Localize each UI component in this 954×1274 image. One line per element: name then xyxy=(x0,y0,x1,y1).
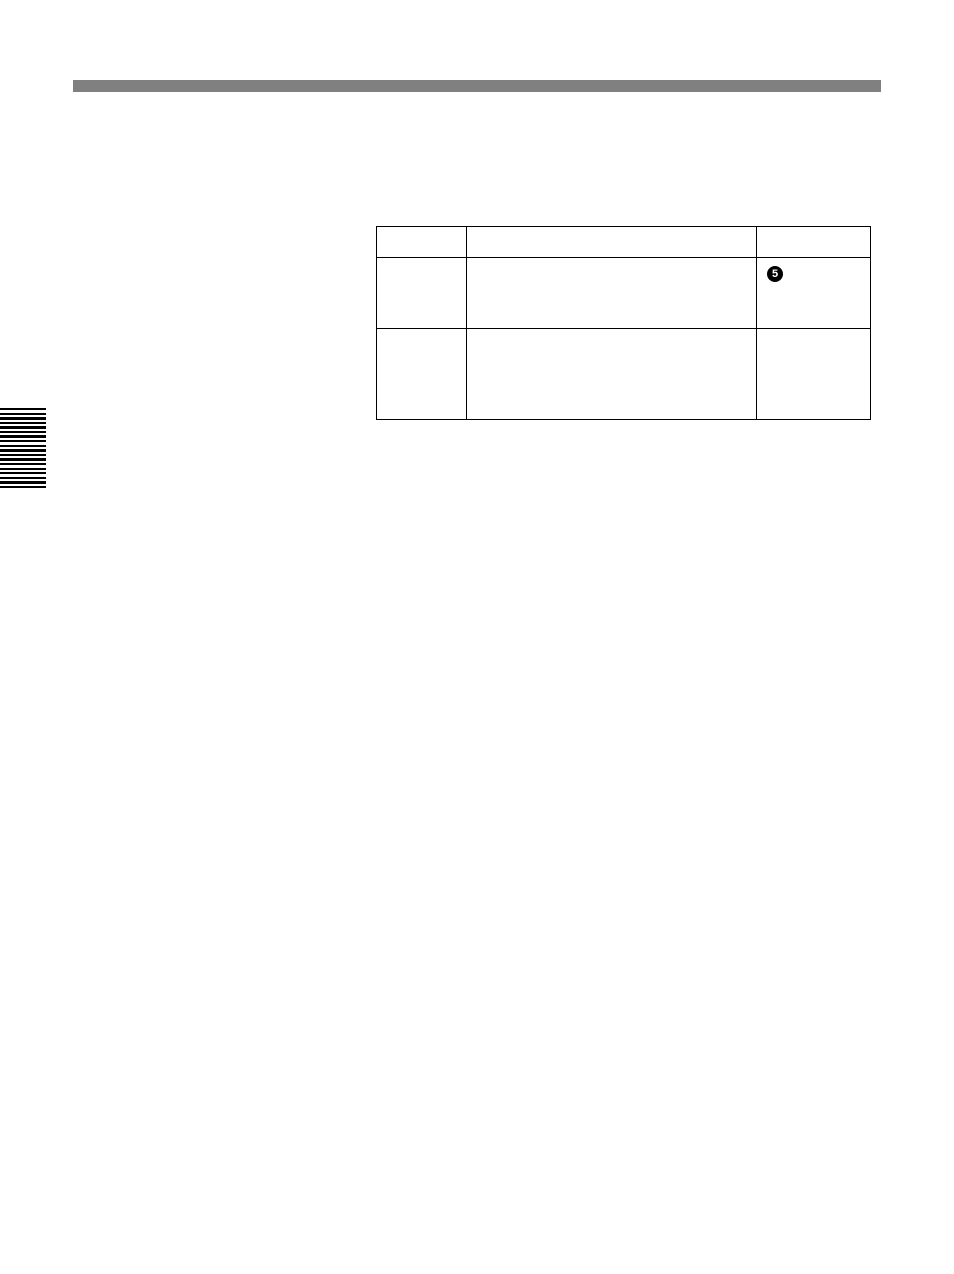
table-header-row xyxy=(377,227,871,258)
table-row: 5 xyxy=(377,258,871,329)
table-header-cell xyxy=(467,227,757,257)
table-cell xyxy=(467,258,757,328)
table-row xyxy=(377,329,871,420)
table-cell xyxy=(377,258,467,328)
table-header-cell xyxy=(757,227,871,257)
table-cell xyxy=(467,329,757,419)
table-cell: 5 xyxy=(757,258,871,328)
header-rule xyxy=(73,80,881,92)
table-cell xyxy=(757,329,871,419)
table-cell xyxy=(377,329,467,419)
content-table: 5 xyxy=(376,226,871,420)
sidebar-thumb-index xyxy=(0,408,46,490)
number-badge-icon: 5 xyxy=(767,266,783,282)
table-header-cell xyxy=(377,227,467,257)
